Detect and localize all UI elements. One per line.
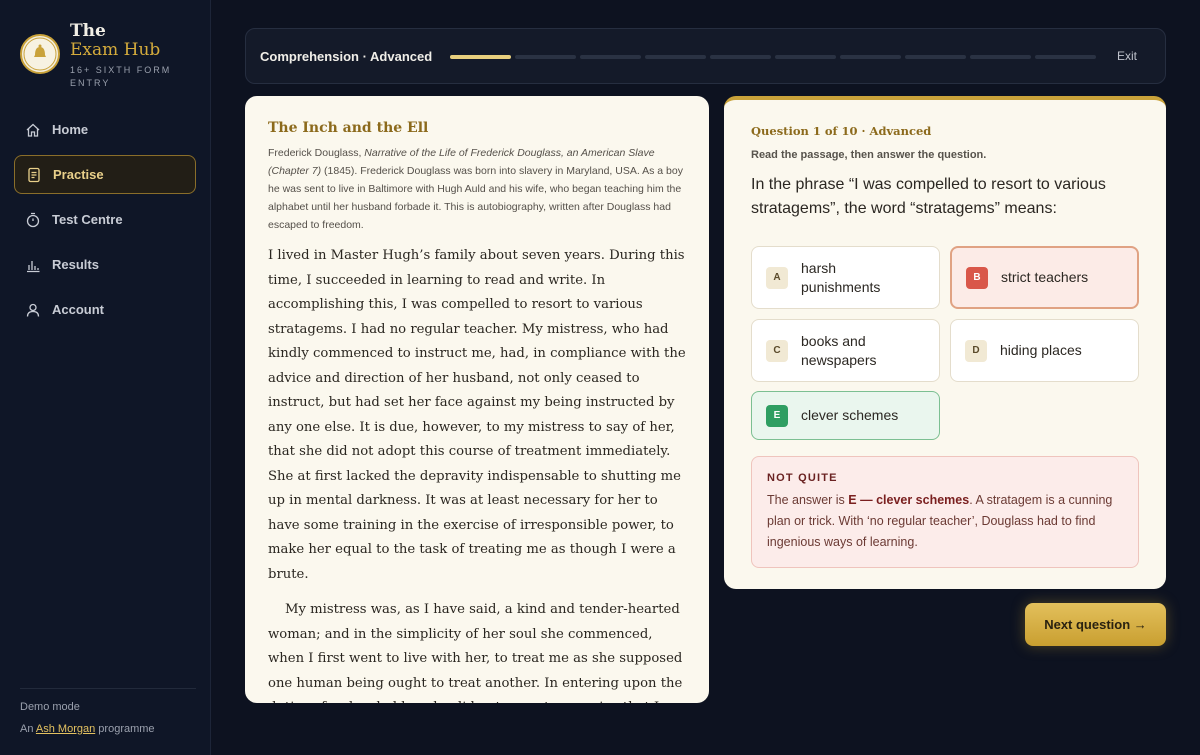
option-d[interactable]: D hiding places bbox=[950, 319, 1139, 382]
document-icon bbox=[25, 166, 43, 184]
sidebar-item-label: Practise bbox=[53, 167, 104, 182]
programme-credit: An Ash Morgan programme bbox=[20, 723, 155, 735]
option-letter: E bbox=[766, 404, 788, 427]
bell-logo-icon bbox=[23, 37, 57, 71]
option-text: books and newspapers bbox=[801, 332, 877, 368]
progress-segment bbox=[970, 55, 1031, 59]
sidebar-item-results[interactable]: Results bbox=[14, 245, 196, 284]
sidebar-footer: Demo mode An Ash Morgan programme bbox=[20, 688, 196, 735]
quiz-breadcrumb: Comprehension · Advanced bbox=[260, 49, 433, 64]
progress-segment bbox=[905, 55, 966, 59]
sidebar-nav: Home Practise Test Centre Results Accoun… bbox=[14, 110, 196, 335]
sidebar-item-home[interactable]: Home bbox=[14, 110, 196, 149]
progress-segment bbox=[515, 55, 576, 59]
passage-title: The Inch and the Ell bbox=[268, 120, 429, 136]
passage-paragraph: My mistress was, as I have said, a kind … bbox=[268, 602, 683, 703]
bar-chart-icon bbox=[24, 256, 42, 274]
demo-mode-label: Demo mode bbox=[20, 701, 80, 713]
home-icon bbox=[24, 121, 42, 139]
question-card: Question 1 of 10 · Advanced Read the pas… bbox=[724, 96, 1166, 589]
option-text: clever schemes bbox=[801, 407, 899, 423]
progress-segment bbox=[450, 55, 511, 59]
sidebar-item-label: Test Centre bbox=[52, 212, 123, 227]
progress-segment bbox=[1035, 55, 1096, 59]
progress-segment bbox=[645, 55, 706, 59]
stopwatch-icon bbox=[24, 211, 42, 229]
option-a[interactable]: A harsh punishments bbox=[751, 246, 940, 309]
progress-segment bbox=[580, 55, 641, 59]
logo bbox=[20, 34, 60, 74]
option-letter: D bbox=[965, 339, 987, 362]
feedback-heading: NOT QUITE bbox=[767, 472, 838, 484]
feedback-panel: NOT QUITE The answer is E — clever schem… bbox=[751, 456, 1139, 568]
question-text: In the phrase “I was compelled to resort… bbox=[751, 176, 1106, 217]
passage-paragraph: I lived in Master Hugh’s family about se… bbox=[268, 248, 686, 582]
progress-segment bbox=[710, 55, 771, 59]
option-letter: A bbox=[766, 266, 788, 289]
option-b-wrong[interactable]: B strict teachers bbox=[950, 246, 1139, 309]
ash-morgan-link[interactable]: Ash Morgan bbox=[36, 723, 95, 735]
progress-segment bbox=[775, 55, 836, 59]
exit-button[interactable]: Exit bbox=[1117, 49, 1137, 63]
sidebar-item-label: Results bbox=[52, 257, 99, 272]
next-question-button[interactable]: Next question → bbox=[1025, 603, 1166, 646]
brand-line2: Exam Hub bbox=[70, 40, 161, 60]
option-text: harsh punishments bbox=[801, 259, 881, 295]
brand[interactable]: The Exam Hub 16+ SIXTH FORM ENTRY bbox=[20, 22, 180, 90]
feedback-body: The answer is E — clever schemes. A stra… bbox=[767, 493, 1113, 549]
question-instruction: Read the passage, then answer the questi… bbox=[751, 149, 987, 161]
option-text: hiding places bbox=[1000, 342, 1082, 358]
sidebar-item-test-centre[interactable]: Test Centre bbox=[14, 200, 196, 239]
sidebar-item-label: Home bbox=[52, 122, 89, 137]
quiz-topbar: Comprehension · Advanced Exit bbox=[245, 28, 1166, 84]
option-letter: C bbox=[766, 339, 788, 362]
passage-card: The Inch and the Ell Frederick Douglass,… bbox=[245, 96, 709, 703]
sidebar: The Exam Hub 16+ SIXTH FORM ENTRY Home P… bbox=[0, 0, 211, 755]
brand-subtitle: 16+ SIXTH FORM ENTRY bbox=[70, 65, 172, 88]
option-e-correct[interactable]: E clever schemes bbox=[751, 391, 940, 440]
passage-source: Frederick Douglass, Narrative of the Lif… bbox=[268, 147, 683, 231]
brand-line1: The bbox=[70, 21, 106, 41]
user-icon bbox=[24, 301, 42, 319]
option-text: strict teachers bbox=[1001, 269, 1089, 285]
option-letter: B bbox=[966, 266, 988, 289]
sidebar-item-practise[interactable]: Practise bbox=[14, 155, 196, 194]
question-number: Question 1 of 10 · Advanced bbox=[751, 124, 932, 138]
option-c[interactable]: C books and newspapers bbox=[751, 319, 940, 382]
sidebar-item-account[interactable]: Account bbox=[14, 290, 196, 329]
question-progress-bar bbox=[450, 55, 1096, 59]
sidebar-item-label: Account bbox=[52, 302, 104, 317]
progress-segment bbox=[840, 55, 901, 59]
